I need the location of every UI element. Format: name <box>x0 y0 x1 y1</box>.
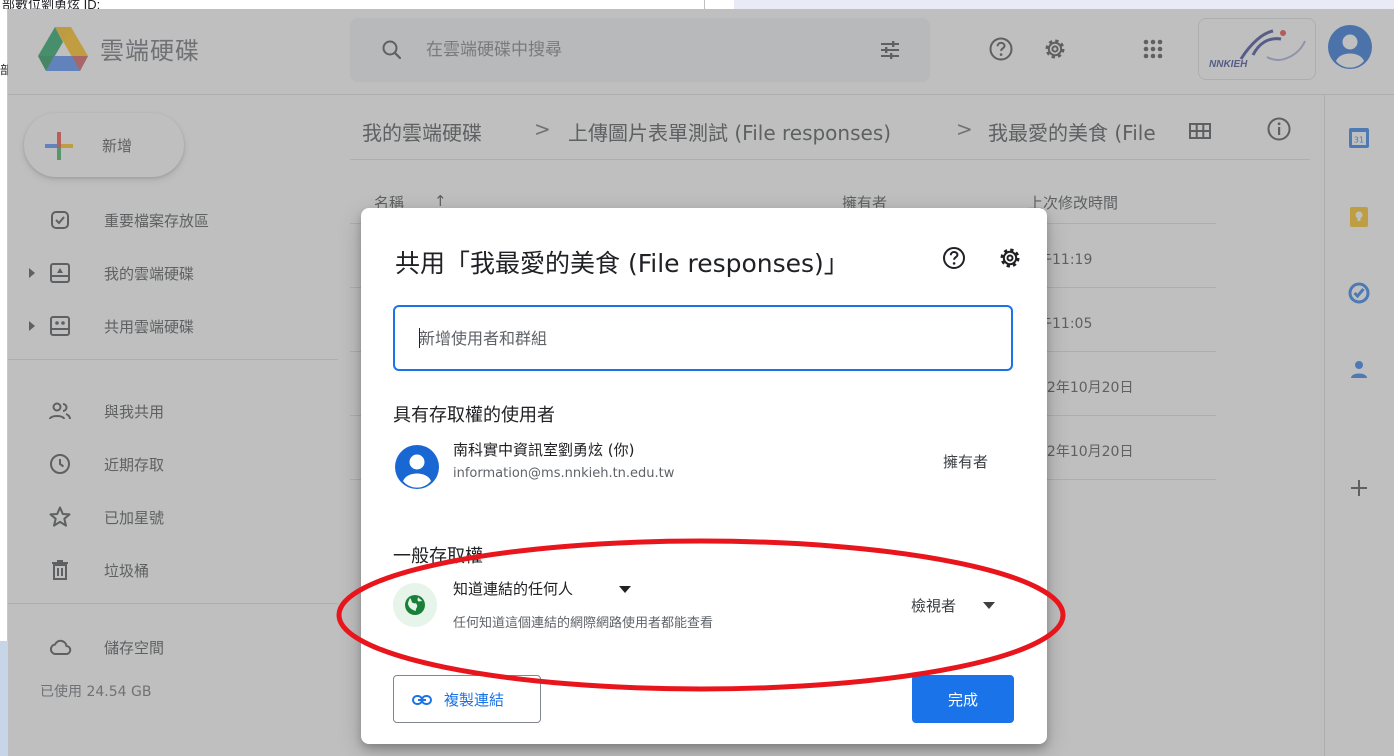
done-button[interactable]: 完成 <box>912 675 1014 723</box>
access-role-select[interactable]: 檢視者 <box>911 595 995 619</box>
background-window-edge: 部 <box>0 9 12 756</box>
background-divider <box>704 0 705 9</box>
help-icon[interactable] <box>941 245 967 271</box>
background-window-text: 部數位劉勇炫 ID: <box>2 0 101 9</box>
add-people-input[interactable] <box>393 305 1013 371</box>
general-access-label: 知道連結的任何人 <box>453 580 574 598</box>
background-edge-block <box>0 641 8 756</box>
share-dialog: 共用「我最愛的美食 (File responses)」 具有存取權的使用者 南科… <box>361 208 1047 744</box>
general-access-description: 任何知道這個連結的網際網路使用者都能查看 <box>453 616 714 631</box>
chevron-down-icon <box>983 602 995 609</box>
globe-icon <box>405 595 425 615</box>
dialog-title: 共用「我最愛的美食 (File responses)」 <box>395 249 849 278</box>
drive-app: 雲端硬碟 <box>8 9 1394 756</box>
done-button-label: 完成 <box>947 691 978 709</box>
people-with-access-heading: 具有存取權的使用者 <box>393 405 555 426</box>
text-cursor <box>419 328 420 348</box>
chevron-down-icon <box>619 586 631 593</box>
copy-link-label: 複製連結 <box>444 691 505 709</box>
access-role-label: 檢視者 <box>911 597 957 615</box>
general-access-heading: 一般存取權 <box>393 546 483 567</box>
avatar <box>395 445 439 489</box>
globe-badge <box>393 583 437 627</box>
general-access-select[interactable]: 知道連結的任何人 <box>453 578 631 604</box>
person-role: 擁有者 <box>943 453 989 471</box>
person-name: 南科實中資訊室劉勇炫 (你) <box>453 441 635 459</box>
background-window-strip: 部數位劉勇炫 ID: <box>0 0 1394 9</box>
copy-link-button[interactable]: 複製連結 <box>393 675 541 723</box>
settings-icon[interactable] <box>997 245 1023 271</box>
person-email: information@ms.nnkieh.tn.edu.tw <box>453 466 675 481</box>
background-panel <box>734 0 1394 9</box>
link-icon <box>412 695 432 705</box>
